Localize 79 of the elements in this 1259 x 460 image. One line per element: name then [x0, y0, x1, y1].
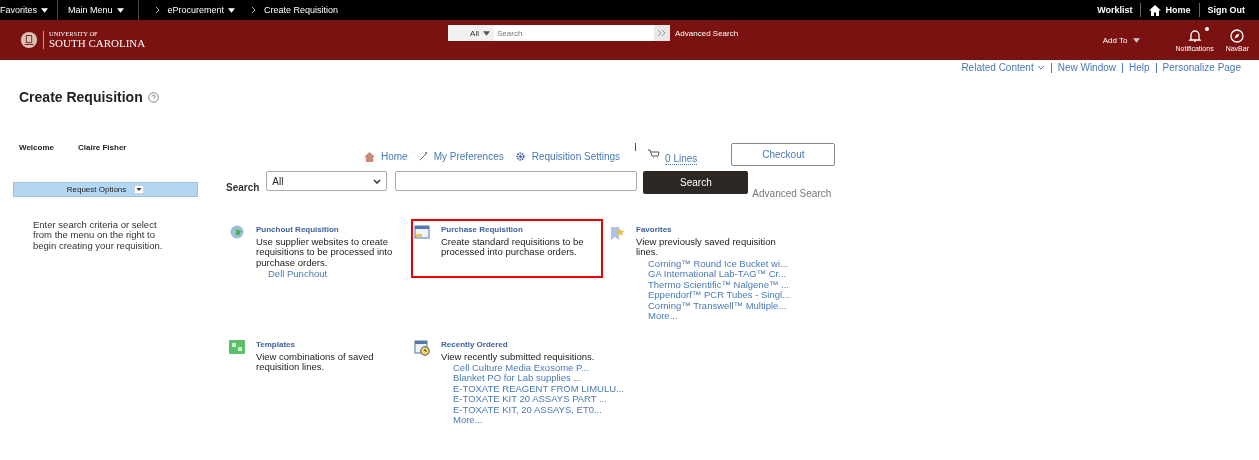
nav-link[interactable]: My Preferences	[418, 151, 504, 162]
item-link[interactable]: Dell Punchout	[268, 269, 400, 280]
item-link[interactable]: More...	[648, 311, 791, 322]
chevron-icon	[251, 6, 257, 14]
item-link[interactable]: Cell Culture Media Exosome P...	[453, 362, 625, 374]
search-field[interactable]	[395, 171, 638, 191]
header-link[interactable]: Home	[1141, 4, 1199, 16]
tile-title-link[interactable]: Recently Ordered	[441, 339, 625, 349]
request-options-bar[interactable]: Request Options	[13, 182, 198, 197]
caret-icon	[228, 7, 236, 13]
item-link[interactable]: E-TOXATE KIT, 20 ASSAYS, ET0...	[453, 404, 625, 416]
item-link[interactable]: Thermo Scientific™ Nalgene™ ...	[648, 279, 791, 291]
compass-icon	[1230, 28, 1245, 43]
gear-icon	[514, 151, 526, 162]
seal-icon	[20, 31, 38, 49]
welcome-label: Welcome	[19, 143, 54, 152]
bookmark-star-icon	[609, 225, 625, 241]
page-link[interactable]: Help	[1123, 62, 1156, 73]
advanced-search-link[interactable]: Advanced Search	[675, 28, 739, 38]
caret-icon	[41, 7, 48, 13]
logo-wordmark: SOUTH CAROLINA	[49, 37, 146, 49]
item-link[interactable]: E-TOXATE REAGENT FROM LIMULU...	[453, 383, 625, 395]
tile-description: View combinations of saved requisition lines.	[256, 351, 375, 373]
item-link[interactable]: Eppendorf™ PCR Tubes - Singl...	[648, 290, 791, 301]
item-link[interactable]: GA International Lab-TAG™ Cr...	[648, 269, 791, 280]
page-title: Create Requisition	[19, 89, 143, 105]
search-scope-dropdown[interactable]: All	[448, 25, 494, 41]
page-link[interactable]: Related Content	[955, 62, 1051, 73]
tile-description: View recently submitted requisitions.	[441, 351, 596, 362]
search-scope-select[interactable]: All	[266, 171, 388, 191]
search-label: Search	[226, 182, 260, 193]
chevron-down-icon	[373, 178, 382, 184]
item-link[interactable]: Corning™ Transwell™ Multiple...	[648, 300, 791, 312]
search-field[interactable]: Search	[494, 25, 654, 41]
help-text: Enter search criteria or select from the menu on the right to begin creating your requisition.	[33, 220, 164, 252]
calendar-clock-icon	[414, 339, 430, 356]
tile-title-link[interactable]: Punchout Requisition	[256, 225, 400, 234]
help-icon[interactable]	[147, 91, 159, 103]
cart-link[interactable]: 0 Lines	[648, 149, 698, 165]
template-icon	[229, 339, 245, 354]
item-link[interactable]: Blanket PO for Lab supplies ...	[453, 373, 625, 384]
dropdown-icon[interactable]	[134, 185, 145, 194]
header-link[interactable]: Sign Out	[1199, 5, 1253, 15]
header-link[interactable]: Worklist	[1089, 5, 1141, 15]
item-link[interactable]: More...	[453, 415, 625, 426]
caret-icon	[116, 7, 124, 13]
bell-icon	[1187, 28, 1202, 43]
cart-icon	[648, 149, 661, 159]
wand-icon	[418, 152, 428, 161]
tile-description: Create standard requisitions to be processed into purchase orders.	[441, 237, 585, 258]
double-chevron-icon	[657, 29, 667, 37]
home-icon	[1149, 4, 1162, 16]
tile-description: Use supplier websites to create requisitions to be processed into purchase orders.	[256, 237, 394, 269]
chevron-icon	[154, 6, 160, 14]
nav-link[interactable]: Home	[364, 151, 408, 162]
item-link[interactable]: Corning™ Round Ice Bucket wi...	[648, 258, 791, 270]
caret-icon	[1132, 37, 1140, 43]
page-link[interactable]: New Window	[1051, 62, 1123, 73]
item-link[interactable]: E-TOXATE KIT 20 ASSAYS PART ...	[453, 394, 625, 405]
window-icon	[414, 225, 430, 239]
search-go-button[interactable]	[654, 25, 670, 41]
advanced-search-link[interactable]: Advanced Search	[752, 188, 832, 199]
search-button[interactable]: Search	[643, 171, 749, 194]
checkout-button[interactable]: Checkout	[731, 143, 836, 166]
tile-title-link[interactable]: Purchase Requisition	[441, 225, 595, 234]
request-options-label: Request Options	[66, 185, 127, 194]
page-link[interactable]: Personalize Page	[1156, 62, 1247, 73]
tile-title-link[interactable]: Favorites	[636, 225, 791, 234]
nav-link[interactable]: Requisition Settings	[514, 151, 621, 162]
user-name: Claire Fisher	[78, 143, 127, 152]
tile-title-link[interactable]: Templates	[256, 339, 400, 349]
tile-description: View previously saved requisition lines.	[636, 237, 777, 258]
breadcrumb-link[interactable]: eProcurement	[167, 5, 236, 15]
add-to-menu[interactable]: Add To	[1102, 35, 1140, 45]
house-icon	[364, 151, 375, 162]
caret-icon	[483, 30, 490, 36]
breadcrumb-link[interactable]: Create Requisition	[264, 5, 339, 15]
globe-icon	[230, 225, 244, 239]
chevron-down-icon	[1036, 65, 1045, 70]
